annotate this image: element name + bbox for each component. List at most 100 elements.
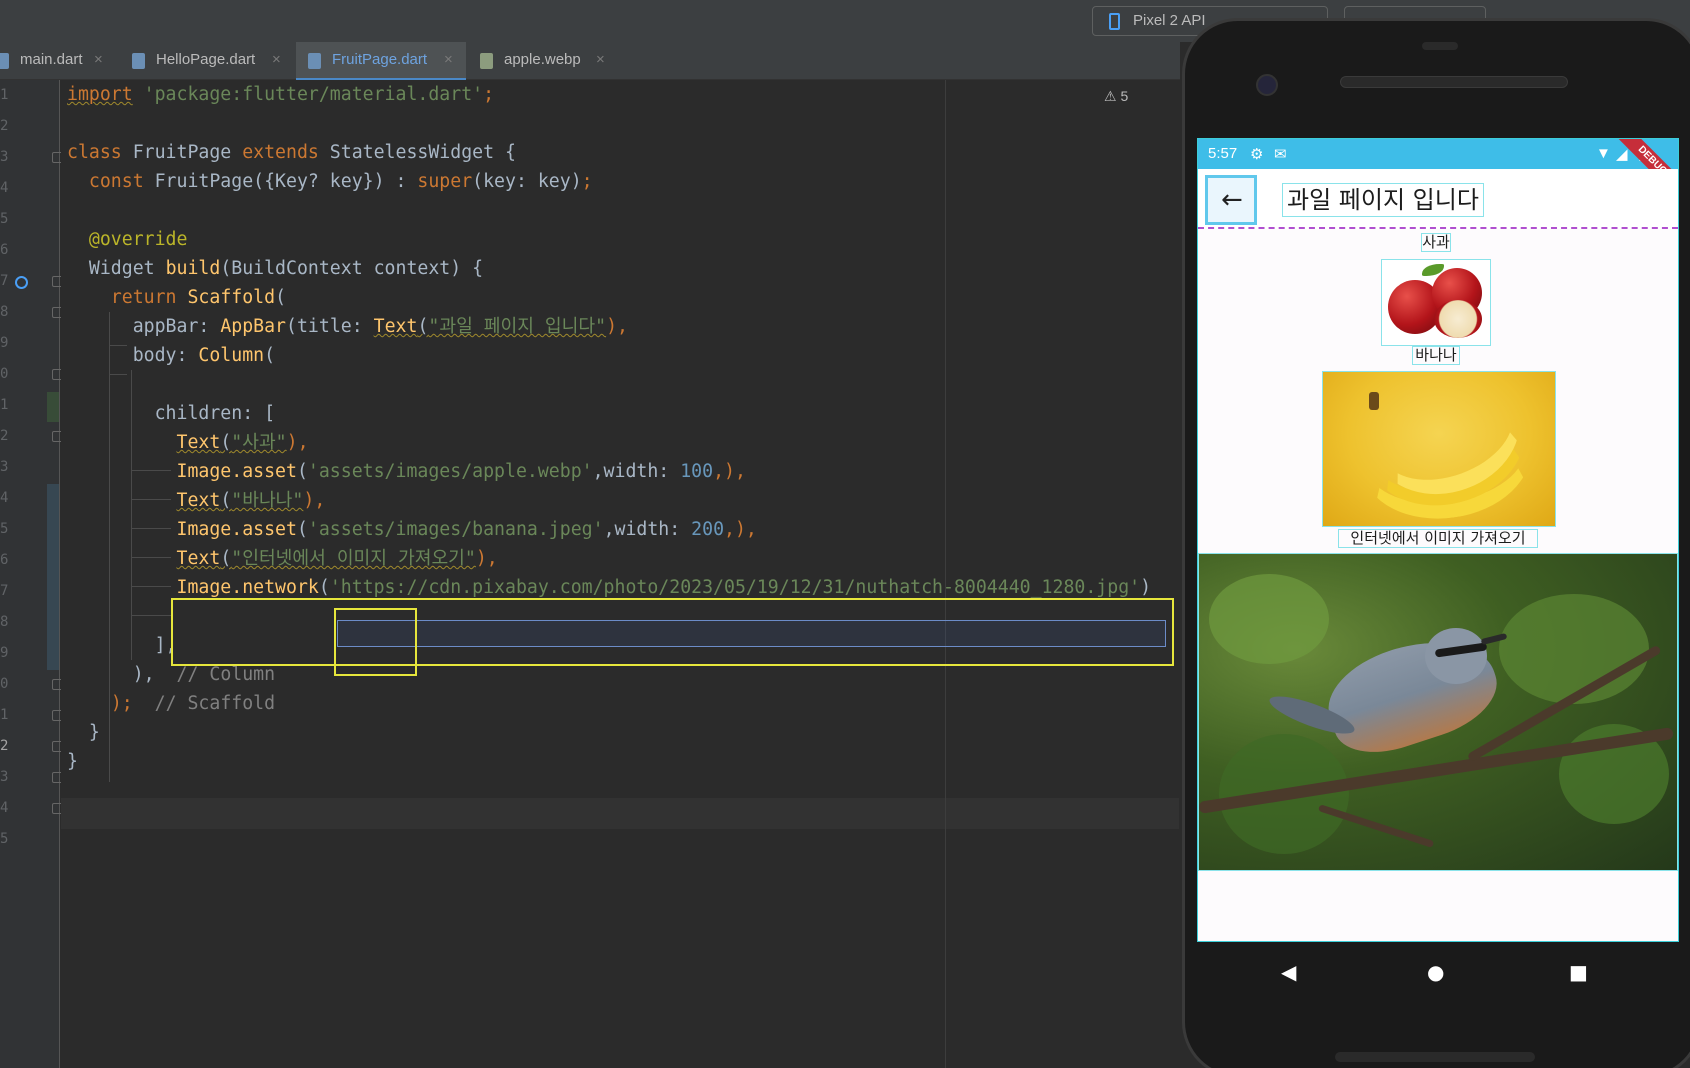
code-line-15: Text("바나나"), <box>176 490 326 511</box>
code-line-6: @override <box>88 229 188 250</box>
line-number: 2 <box>0 428 8 444</box>
line-number: 6 <box>0 552 8 568</box>
code-line-10: body: Column( <box>132 345 276 366</box>
warning-count: 5 <box>1120 88 1129 104</box>
back-button[interactable]: ← <box>1205 175 1257 225</box>
code-line-3: class FruitPage extends StatelessWidget … <box>67 142 516 163</box>
line-number: 5 <box>0 521 8 537</box>
internet-image-label: 인터넷에서 이미지 가져오기 <box>1338 529 1538 548</box>
phone-bottom-speaker <box>1335 1052 1535 1062</box>
settings-gear-icon: ⚙ <box>1250 146 1264 163</box>
banana-stem-shape <box>1369 392 1379 410</box>
override-gutter-icon[interactable] <box>15 276 28 289</box>
line-number: 1 <box>0 87 8 103</box>
line-number: 4 <box>0 800 8 816</box>
tab-label: HelloPage.dart <box>156 51 256 68</box>
line-number: 3 <box>0 149 8 165</box>
android-nav-bar: ◀ ● ■ <box>1197 942 1679 1002</box>
code-line-9: appBar: AppBar(title: Text("과일 페이지 입니다")… <box>132 316 628 337</box>
code-line-1: import 'package:flutter/material.dart'; <box>67 84 495 105</box>
code-line-7: Widget build(BuildContext context) { <box>88 258 484 279</box>
nav-home-icon[interactable]: ● <box>1427 960 1444 984</box>
line-number: 5 <box>0 831 8 847</box>
dart-file-icon <box>308 53 321 69</box>
network-bird-image <box>1198 553 1678 871</box>
phone-screen[interactable]: 5:57 ⚙ ✉ ▼ ◢ ▮ DEBUG ← 과일 페이지 입니다 사과 바나나… <box>1197 138 1679 942</box>
vcs-change-marker[interactable] <box>47 392 59 422</box>
wifi-icon: ▼ <box>1596 145 1611 162</box>
nav-recents-icon[interactable]: ■ <box>1569 960 1588 984</box>
tab-label: FruitPage.dart <box>332 51 428 68</box>
line-number: 9 <box>0 335 8 351</box>
line-number: 8 <box>0 304 8 320</box>
line-number: 5 <box>0 211 8 227</box>
line-number: 3 <box>0 769 8 785</box>
tab-label: main.dart <box>20 51 83 68</box>
apple-image <box>1381 259 1491 346</box>
annotation-highlight-box <box>171 598 1174 666</box>
dart-file-icon <box>132 53 145 69</box>
line-number: 1 <box>0 397 8 413</box>
close-tab-icon[interactable]: × <box>596 42 605 78</box>
leaf-shape <box>1209 574 1329 664</box>
line-number: 7 <box>0 273 8 289</box>
device-selector-label: Pixel 2 API <box>1133 12 1206 29</box>
phone-sensor <box>1422 42 1458 50</box>
close-tab-icon[interactable]: × <box>94 42 103 78</box>
leaf-shape <box>1499 594 1649 704</box>
nav-back-icon[interactable]: ◀ <box>1281 960 1296 984</box>
banana-image <box>1322 371 1556 527</box>
line-number: 2 <box>0 118 8 134</box>
line-number: 3 <box>0 459 8 475</box>
indent-guide <box>109 374 127 375</box>
mail-icon: ✉ <box>1274 146 1287 163</box>
apple-slice-shape <box>1434 300 1482 338</box>
current-line-highlight <box>61 798 1179 829</box>
line-number: 6 <box>0 242 8 258</box>
bird-head-shape <box>1425 628 1487 684</box>
phone-device-icon <box>1109 13 1120 30</box>
status-time: 5:57 <box>1208 145 1238 162</box>
code-line-8: return Scaffold( <box>110 287 287 308</box>
back-arrow-icon: ← <box>1221 185 1243 215</box>
line-number: 9 <box>0 645 8 661</box>
tab-apple-webp[interactable]: apple.webp × <box>480 42 620 80</box>
line-number: 4 <box>0 180 8 196</box>
code-line-22: ); // Scaffold <box>110 693 276 714</box>
tab-fruitpage-dart[interactable]: FruitPage.dart × <box>296 42 466 81</box>
app-bar-title: 과일 페이지 입니다 <box>1282 183 1484 217</box>
code-line-24: } <box>67 751 78 772</box>
close-tab-icon[interactable]: × <box>272 42 281 78</box>
vcs-change-marker[interactable] <box>47 484 59 670</box>
tab-hellopage-dart[interactable]: HelloPage.dart × <box>132 42 292 80</box>
code-line-14: Image.asset('assets/images/apple.webp',w… <box>176 461 746 482</box>
phone-speaker <box>1340 76 1568 88</box>
image-file-icon <box>480 53 493 69</box>
code-editor[interactable]: import 'package:flutter/material.dart'; … <box>61 80 1179 1068</box>
editor-tab-bar: main.dart × HelloPage.dart × FruitPage.d… <box>0 42 1180 81</box>
line-number: 0 <box>0 676 8 692</box>
signal-icon: ◢ <box>1616 146 1628 163</box>
code-line-13: Text("사과"), <box>176 432 309 453</box>
indent-guide <box>131 615 171 616</box>
banana-label: 바나나 <box>1412 346 1460 365</box>
warnings-indicator[interactable]: ⚠ 5 <box>1104 88 1128 105</box>
phone-camera <box>1256 74 1278 96</box>
code-line-4: const FruitPage({Key? key}) : super(key:… <box>88 171 593 192</box>
annotation-cursor-box <box>334 608 417 676</box>
dart-file-icon <box>0 53 9 69</box>
warning-icon: ⚠ <box>1104 88 1117 104</box>
tab-label: apple.webp <box>504 51 581 68</box>
line-number: 7 <box>0 583 8 599</box>
android-status-bar: 5:57 ⚙ ✉ ▼ ◢ ▮ DEBUG <box>1198 139 1678 201</box>
apple-label: 사과 <box>1421 233 1451 252</box>
line-number: 8 <box>0 614 8 630</box>
app-bar: ← 과일 페이지 입니다 <box>1198 169 1678 229</box>
code-line-23: } <box>88 722 100 743</box>
line-number: 4 <box>0 490 8 506</box>
close-tab-icon[interactable]: × <box>444 42 453 78</box>
line-number: 2 <box>0 738 8 754</box>
code-line-12: children: [ <box>154 403 276 424</box>
tab-main-dart[interactable]: main.dart × <box>0 42 112 80</box>
code-line-17: Text("인터넷에서 이미지 가져오기"), <box>176 548 498 569</box>
